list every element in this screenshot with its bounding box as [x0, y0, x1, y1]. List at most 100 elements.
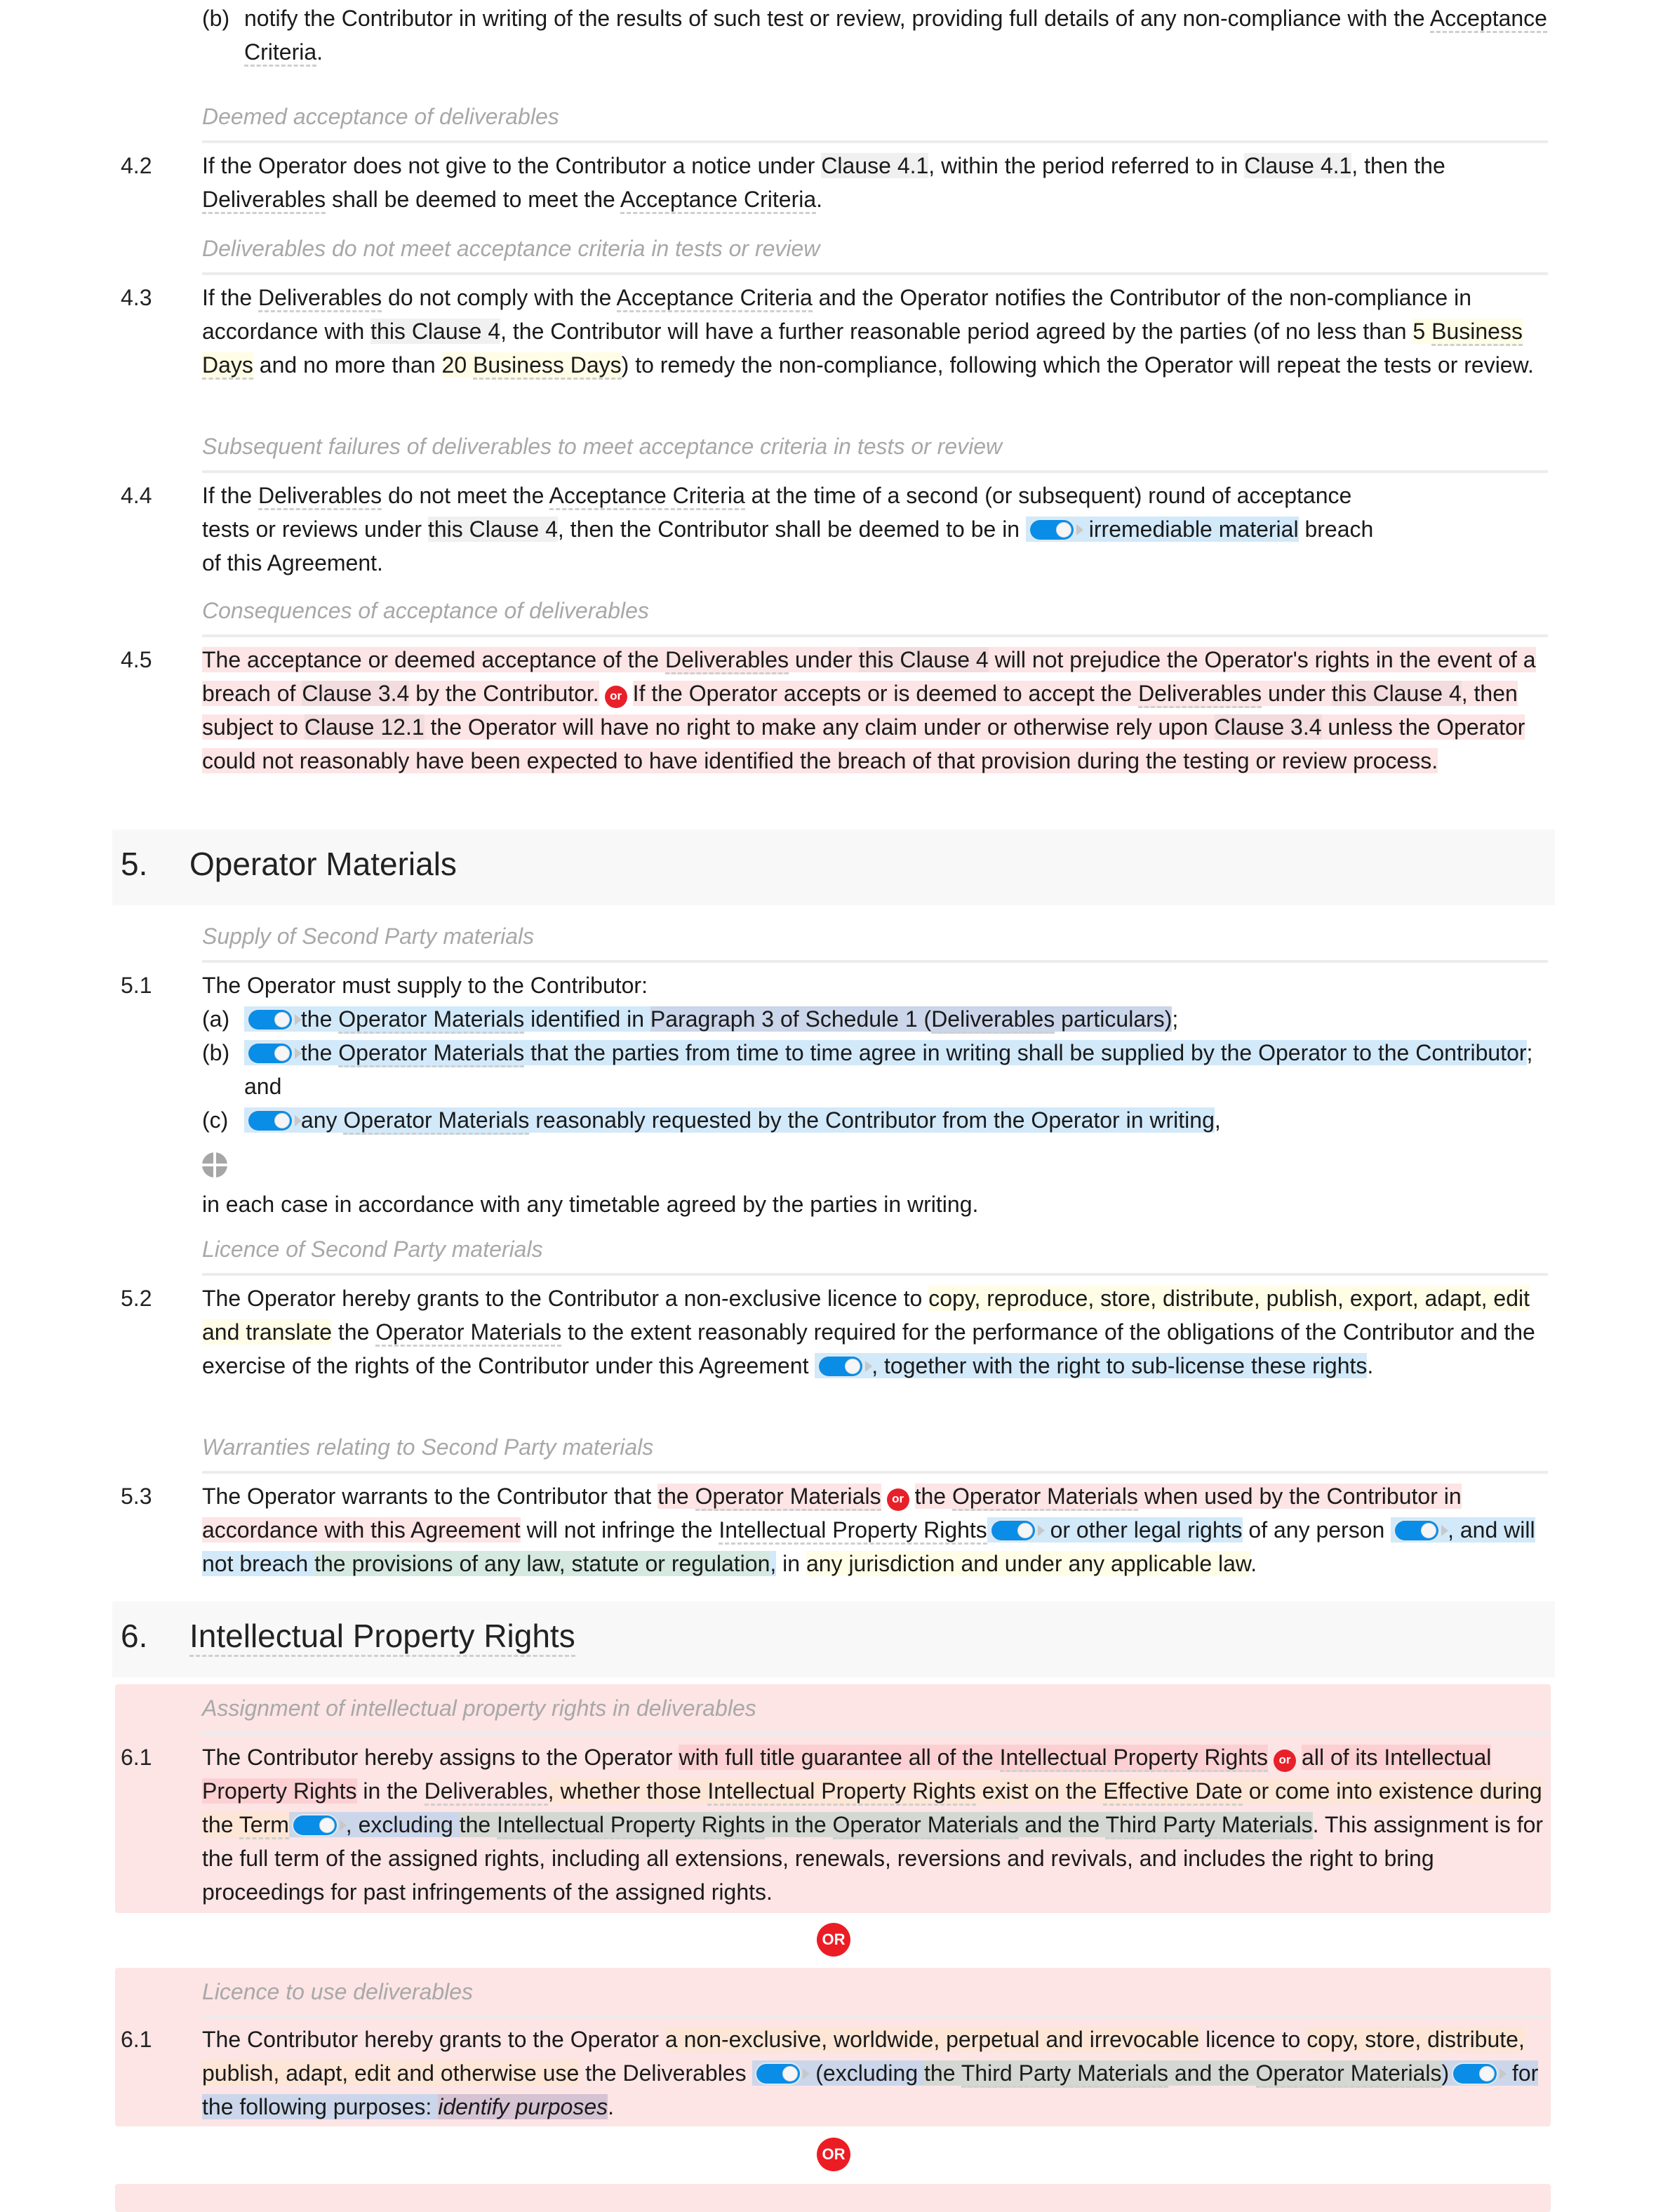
- optional-text-highlight[interactable]: , excluding: [345, 1812, 460, 1837]
- optional-text-highlight[interactable]: any jurisdiction and under any applicabl…: [806, 1551, 1251, 1576]
- optional-text-highlight[interactable]: The acceptance or deemed acceptance of t…: [202, 647, 665, 672]
- defined-term-link[interactable]: Operator Materials: [338, 1006, 525, 1034]
- or-alternative-badge[interactable]: or: [886, 1488, 909, 1511]
- optional-text-highlight[interactable]: ): [1441, 2060, 1450, 2086]
- defined-term-link[interactable]: Operator Materials: [951, 1484, 1138, 1511]
- defined-term-link[interactable]: Deliverables: [424, 1778, 548, 1806]
- optional-text-highlight[interactable]: the Operator will have no right to make …: [424, 714, 1215, 740]
- defined-term-link[interactable]: Deliverables: [258, 483, 382, 510]
- optional-text-highlight[interactable]: identified in: [524, 1006, 650, 1032]
- optional-text-toggle[interactable]: [987, 1517, 1045, 1543]
- optional-text-highlight[interactable]: under: [789, 647, 859, 672]
- defined-term-link[interactable]: Intellectual Property Rights: [707, 1778, 976, 1806]
- defined-term-link[interactable]: Deliverables: [664, 647, 789, 674]
- optional-text-highlight[interactable]: that the parties from time to time agree…: [524, 1040, 1527, 1065]
- clause-reference-link[interactable]: Clause 4.1: [1244, 153, 1352, 178]
- optional-text-highlight[interactable]: Paragraph 3 of Schedule 1 (: [650, 1006, 932, 1032]
- optional-text-highlight[interactable]: and the: [1168, 2060, 1256, 2086]
- optional-text-highlight[interactable]: the: [300, 1040, 339, 1065]
- toggle-switch-icon[interactable]: [1395, 1521, 1449, 1540]
- defined-term-link[interactable]: Intellectual Property Rights: [497, 1812, 766, 1839]
- defined-term-link[interactable]: Operator Materials: [695, 1484, 881, 1511]
- defined-term-link[interactable]: Third Party Materials: [1105, 1812, 1313, 1839]
- defined-term-link[interactable]: Deliverables: [258, 285, 382, 312]
- toggle-switch-icon[interactable]: [756, 2064, 810, 2084]
- or-alternative-badge[interactable]: or: [1274, 1750, 1297, 1772]
- optional-text-toggle[interactable]: [815, 1353, 873, 1378]
- or-divider-badge[interactable]: OR: [817, 2138, 850, 2171]
- defined-term-link[interactable]: Term: [239, 1812, 289, 1839]
- toggle-switch-icon[interactable]: [248, 1044, 302, 1063]
- or-divider-badge[interactable]: OR: [817, 1923, 850, 1957]
- optional-text-toggle[interactable]: [244, 1006, 302, 1032]
- defined-term-link[interactable]: Acceptance Criteria: [616, 285, 813, 312]
- optional-text-highlight[interactable]: the: [914, 1484, 952, 1509]
- optional-text-highlight[interactable]: particulars): [1055, 1006, 1173, 1032]
- defined-term-link[interactable]: Acceptance Criteria: [620, 187, 817, 214]
- optional-text-toggle[interactable]: [288, 1812, 347, 1837]
- optional-text-highlight[interactable]: and the: [1018, 1812, 1106, 1837]
- optional-text-highlight[interactable]: 5: [1412, 319, 1432, 344]
- clause-reference-link[interactable]: Clause 3.4: [302, 681, 410, 706]
- optional-text-highlight[interactable]: irremediable material: [1082, 517, 1299, 542]
- optional-text-highlight[interactable]: If the Operator accepts or is deemed to …: [632, 681, 1139, 706]
- optional-text-toggle[interactable]: [1391, 1517, 1449, 1543]
- toggle-switch-icon[interactable]: [991, 1521, 1045, 1540]
- optional-text-toggle[interactable]: [244, 1040, 302, 1065]
- toggle-switch-icon[interactable]: [248, 1010, 302, 1030]
- clause-reference-link[interactable]: this Clause 4: [1331, 681, 1462, 706]
- defined-term-link[interactable]: Operator Materials: [338, 1040, 525, 1067]
- defined-term-link[interactable]: Operator Materials: [832, 1812, 1019, 1839]
- add-item-icon[interactable]: [202, 1152, 227, 1178]
- defined-term-link[interactable]: Deliverables: [931, 1006, 1055, 1034]
- optional-text-highlight[interactable]: , whether those: [547, 1778, 708, 1804]
- optional-text-highlight[interactable]: ,: [770, 1551, 777, 1576]
- optional-text-highlight[interactable]: identify purposes: [438, 2094, 608, 2119]
- optional-text-highlight[interactable]: the provisions of any law, statute or re…: [314, 1551, 770, 1576]
- optional-text-highlight[interactable]: , together with the right to sub-license…: [871, 1353, 1368, 1378]
- optional-text-toggle[interactable]: [244, 1107, 302, 1133]
- defined-term-link[interactable]: Deliverables: [1138, 681, 1262, 708]
- optional-text-toggle[interactable]: [1025, 517, 1083, 542]
- optional-text-highlight[interactable]: reasonably requested by the Contributor …: [529, 1107, 1215, 1133]
- optional-text-highlight[interactable]: the: [657, 1484, 695, 1509]
- defined-term-link[interactable]: Intellectual Property Rights: [999, 1745, 1269, 1772]
- defined-term-link[interactable]: Deliverables: [202, 187, 326, 214]
- defined-term-link[interactable]: Business Days: [473, 352, 622, 380]
- defined-term-link[interactable]: Third Party Materials: [961, 2060, 1168, 2088]
- optional-text-toggle[interactable]: [1449, 2060, 1507, 2086]
- defined-term-link[interactable]: Acceptance Criteria: [549, 483, 745, 510]
- optional-text-highlight[interactable]: (excluding: [809, 2060, 925, 2086]
- optional-text-highlight[interactable]: under: [1262, 681, 1332, 706]
- toggle-switch-icon[interactable]: [248, 1111, 302, 1131]
- optional-text-highlight[interactable]: 20: [441, 352, 474, 378]
- alternative-option-3[interactable]: [115, 2184, 1551, 2212]
- optional-text-highlight[interactable]: exist on the: [975, 1778, 1104, 1804]
- toggle-switch-icon[interactable]: [293, 1815, 347, 1835]
- defined-term-link[interactable]: Operator Materials: [343, 1107, 530, 1135]
- toggle-switch-icon[interactable]: [1029, 520, 1083, 540]
- defined-term-link[interactable]: Intellectual Property Rights: [719, 1517, 987, 1545]
- optional-text-highlight[interactable]: the: [924, 2060, 961, 2086]
- defined-term-link[interactable]: Operator Materials: [375, 1319, 562, 1347]
- optional-text-highlight[interactable]: with full title guarantee all of the: [679, 1745, 1000, 1770]
- clause-reference-link[interactable]: this Clause 4: [427, 517, 558, 542]
- clause-reference-link[interactable]: Clause 4.1: [821, 153, 929, 178]
- or-alternative-badge[interactable]: or: [604, 686, 627, 708]
- toggle-switch-icon[interactable]: [819, 1357, 873, 1376]
- optional-text-highlight[interactable]: any: [300, 1107, 344, 1133]
- optional-text-highlight[interactable]: the: [459, 1812, 497, 1837]
- optional-text-highlight[interactable]: a non-exclusive, worldwide, perpetual an…: [664, 2027, 1200, 2052]
- optional-text-highlight[interactable]: all of its: [1302, 1745, 1384, 1770]
- optional-text-highlight[interactable]: by the Contributor.: [409, 681, 599, 706]
- defined-term-link[interactable]: Effective Date: [1103, 1778, 1243, 1806]
- optional-text-highlight[interactable]: in the: [765, 1812, 833, 1837]
- toggle-switch-icon[interactable]: [1453, 2064, 1507, 2084]
- defined-term-link[interactable]: Operator Materials: [1255, 2060, 1442, 2088]
- optional-text-highlight[interactable]: the: [300, 1006, 339, 1032]
- clause-reference-link[interactable]: this Clause 4: [858, 647, 989, 672]
- optional-text-highlight[interactable]: or other legal rights: [1043, 1517, 1243, 1543]
- clause-reference-link[interactable]: this Clause 4: [370, 319, 501, 344]
- optional-text-toggle[interactable]: [752, 2060, 810, 2086]
- clause-reference-link[interactable]: Clause 3.4: [1214, 714, 1322, 740]
